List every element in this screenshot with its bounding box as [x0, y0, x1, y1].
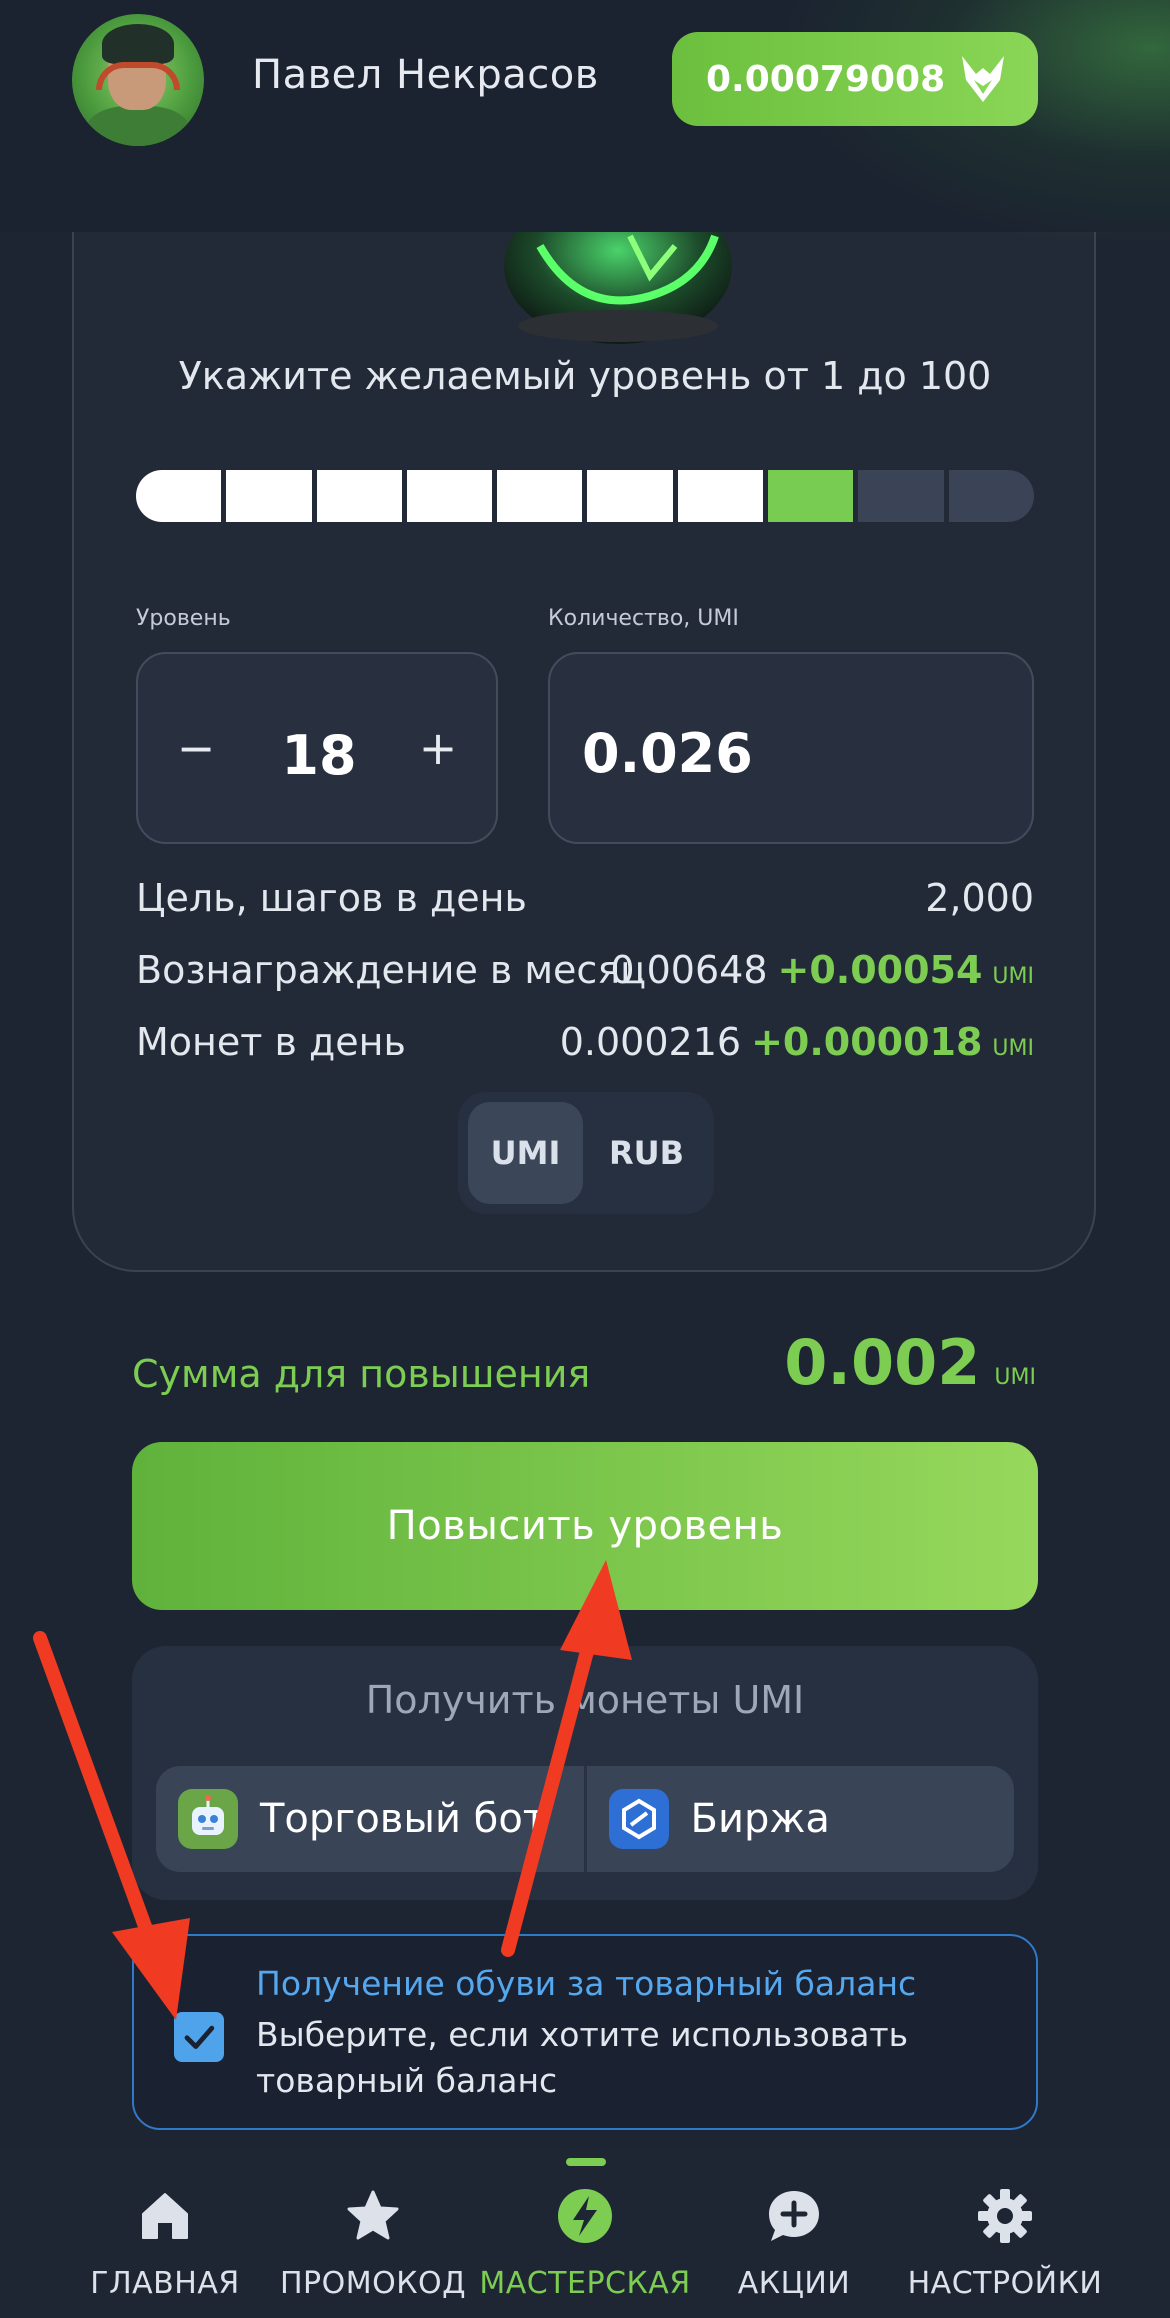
progress-segment[interactable]: [587, 470, 673, 522]
progress-segment[interactable]: [948, 470, 1034, 522]
exchange-icon: [608, 1789, 669, 1849]
nav-promotions[interactable]: АКЦИИ: [679, 2188, 909, 2318]
currency-rub-button[interactable]: RUB: [589, 1102, 704, 1204]
stat-value: 0.000216: [559, 1020, 742, 1064]
stat-value: 0.00648: [610, 948, 768, 992]
stat-row-monthly-reward: Вознаграждение в месяц 0.00648 +0.00054 …: [136, 948, 1034, 998]
gear-icon: [978, 2189, 1032, 2243]
user-name: Павел Некрасов: [252, 52, 599, 98]
nav-promocode-label: ПРОМОКОД: [279, 2266, 467, 2301]
product-balance-description: Выберите, если хотите использовать товар…: [256, 2015, 909, 2100]
nav-promocode[interactable]: ПРОМОКОД: [258, 2188, 488, 2318]
get-coins-title: Получить монеты UMI: [365, 1678, 805, 1722]
stat-delta: +0.000018: [751, 1020, 983, 1064]
progress-segment[interactable]: [136, 470, 222, 522]
progress-segment[interactable]: [858, 470, 944, 522]
product-balance-title: Получение обуви за товарный баланс: [256, 1964, 917, 2003]
nav-workshop-label: МАСТЕРСКАЯ: [479, 2266, 691, 2301]
level-stepper: − 18 +: [136, 652, 498, 844]
product-balance-option[interactable]: Получение обуви за товарный баланс Выбер…: [132, 1934, 1038, 2130]
avatar[interactable]: [72, 14, 204, 146]
progress-segment[interactable]: [677, 470, 764, 522]
stat-unit: UMI: [992, 1036, 1034, 1061]
progress-segment-current[interactable]: [768, 470, 854, 522]
exchange-label: Биржа: [690, 1796, 830, 1842]
stat-value: 2,000: [925, 876, 1034, 920]
lightning-icon: [558, 2189, 612, 2243]
currency-toggle: UMI RUB: [458, 1092, 714, 1214]
stat-label: Вознаграждение в месяц: [136, 948, 647, 992]
top-bar: Павел Некрасов 0.00079008: [0, 0, 1170, 240]
checkmark-icon: [184, 2025, 215, 2049]
level-label: Уровень: [136, 606, 231, 631]
upgrade-sum-value: 0.002: [784, 1326, 981, 1399]
fox-logo-icon: [962, 56, 1004, 102]
nav-workshop[interactable]: МАСТЕРСКАЯ: [470, 2188, 700, 2318]
upgrade-level-button[interactable]: Повысить уровень: [132, 1442, 1038, 1610]
stat-row-coins-per-day: Монет в день 0.000216 +0.000018 UMI: [136, 1020, 1034, 1070]
stat-unit: UMI: [992, 964, 1034, 989]
exchange-button[interactable]: Биржа: [583, 1766, 1015, 1872]
star-icon: [347, 2190, 399, 2240]
progress-segment[interactable]: [497, 470, 583, 522]
level-progress-bar[interactable]: [136, 470, 1034, 522]
stat-row-steps: Цель, шагов в день 2,000: [136, 876, 1034, 926]
progress-segment[interactable]: [226, 470, 312, 522]
sneaker-image: [504, 226, 732, 344]
upgrade-sum-unit: UMI: [994, 1365, 1036, 1390]
progress-segment[interactable]: [316, 470, 402, 522]
robot-icon: [178, 1789, 238, 1849]
nav-settings[interactable]: НАСТРОЙКИ: [890, 2188, 1120, 2318]
stat-label: Цель, шагов в день: [136, 876, 527, 920]
level-hint: Укажите желаемый уровень от 1 до 100: [178, 354, 992, 398]
trading-bot-button[interactable]: Торговый бот: [156, 1766, 584, 1872]
nav-promotions-label: АКЦИИ: [737, 2266, 851, 2301]
nav-home[interactable]: ГЛАВНАЯ: [50, 2188, 280, 2318]
upgrade-sum-label: Сумма для повышения: [132, 1352, 591, 1396]
balance-badge[interactable]: 0.00079008: [672, 32, 1038, 126]
stat-label: Монет в день: [136, 1020, 406, 1064]
get-coins-panel: Получить монеты UMI Торговый бот Биржа: [132, 1646, 1038, 1900]
nav-settings-label: НАСТРОЙКИ: [907, 2266, 1103, 2301]
home-icon: [142, 2193, 188, 2239]
progress-segment[interactable]: [406, 470, 493, 522]
nav-home-label: ГЛАВНАЯ: [90, 2266, 240, 2301]
currency-umi-button[interactable]: UMI: [468, 1102, 583, 1204]
upgrade-sum: 0.002 UMI: [784, 1326, 1036, 1399]
product-balance-checkbox[interactable]: [174, 2012, 224, 2062]
amount-label: Количество, UMI: [548, 606, 739, 631]
balance-value: 0.00079008: [706, 58, 946, 100]
trading-bot-label: Торговый бот: [260, 1796, 547, 1842]
stat-delta: +0.00054: [777, 948, 983, 992]
amount-field[interactable]: 0.026: [548, 652, 1034, 844]
active-tab-indicator: [566, 2158, 606, 2166]
chat-plus-icon: [769, 2191, 819, 2241]
amount-value: 0.026: [582, 722, 753, 785]
increase-level-button[interactable]: +: [410, 720, 466, 776]
